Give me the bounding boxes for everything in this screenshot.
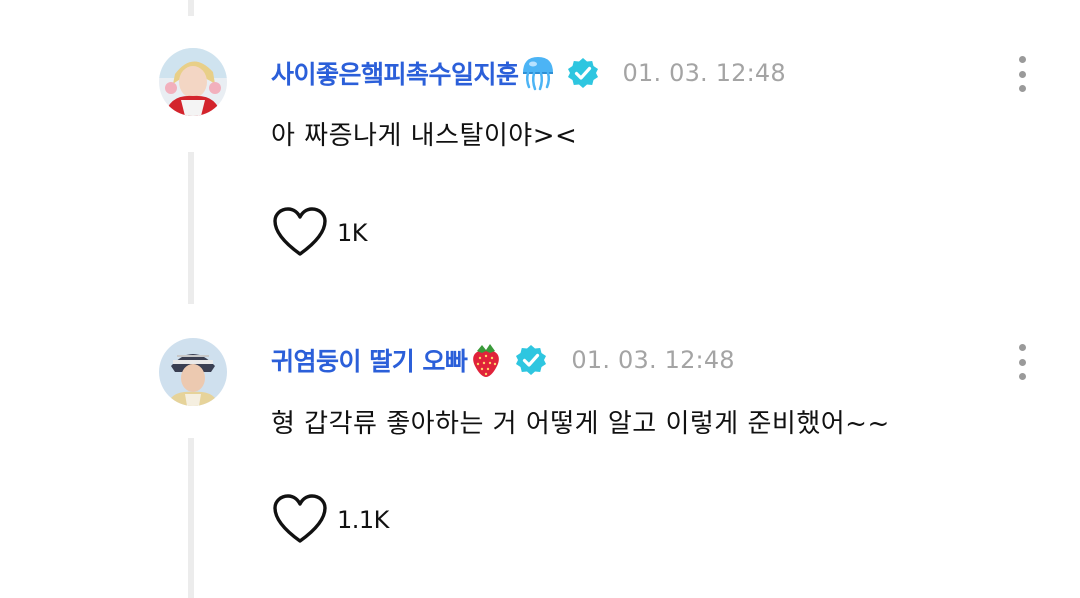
like-count: 1.1K: [337, 506, 389, 534]
like-count: 1K: [337, 219, 368, 247]
strawberry-emoji: [469, 342, 503, 378]
dot-icon: [1018, 358, 1026, 366]
comment-header: 사이좋은햌피촉수일지훈 01. 03. 12:48: [271, 53, 786, 93]
comment-timestamp: 01. 03. 12:48: [571, 346, 735, 374]
heart-icon[interactable]: [271, 493, 329, 547]
author-name[interactable]: 사이좋은햌피촉수일지훈: [271, 55, 519, 91]
comment-text: 아 짜증나게 내스탈이야><: [271, 121, 578, 151]
like-row: 1.1K: [271, 492, 389, 548]
more-options-button[interactable]: [1008, 52, 1036, 96]
dot-icon: [1018, 344, 1026, 351]
jellyfish-emoji: [521, 55, 555, 91]
verified-badge-icon: [515, 344, 547, 376]
comment-item: 사이좋은햌피촉수일지훈 01. 03. 12:48 아 짜증나게 내스탈이야><…: [0, 0, 1080, 256]
comment-header: 귀염둥이 딸기 오빠 01. 03. 12:48: [271, 340, 735, 380]
avatar[interactable]: [159, 48, 227, 116]
like-row: 1K: [271, 205, 368, 261]
verified-badge-icon: [567, 57, 599, 89]
more-options-button[interactable]: [1008, 340, 1036, 384]
avatar[interactable]: [159, 338, 227, 406]
comment-timestamp: 01. 03. 12:48: [622, 59, 786, 87]
comment-text: 형 갑각류 좋아하는 거 어떻게 알고 이렇게 준비했어~~: [271, 409, 890, 439]
dot-icon: [1018, 56, 1026, 63]
dot-icon: [1018, 85, 1026, 92]
dot-icon: [1018, 373, 1026, 380]
comment-item: 귀염둥이 딸기 오빠 01. 03. 12:48 형 갑각류 좋아하는 거 어떻…: [0, 290, 1080, 543]
comment-thread: 사이좋은햌피촉수일지훈 01. 03. 12:48 아 짜증나게 내스탈이야><…: [0, 0, 1080, 598]
dot-icon: [1018, 70, 1026, 78]
author-name[interactable]: 귀염둥이 딸기 오빠: [271, 342, 468, 378]
heart-icon[interactable]: [271, 206, 329, 260]
